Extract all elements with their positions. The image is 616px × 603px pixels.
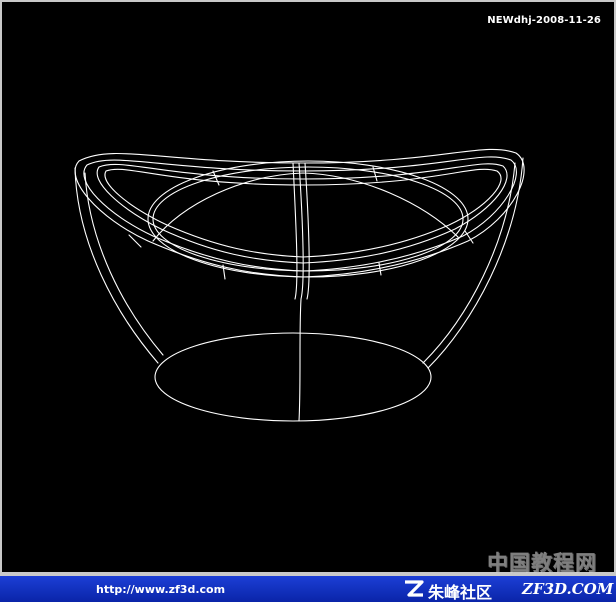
- center-seam-mid: [304, 162, 310, 300]
- zf-logo-icon: [405, 580, 424, 597]
- footer-url-link[interactable]: http://www.zf3d.com: [96, 583, 225, 596]
- center-seam-back: [292, 162, 298, 300]
- watermark-text: 中国教程网: [487, 550, 597, 575]
- wireframe-ingot-model: [74, 148, 525, 422]
- cad-viewport[interactable]: NEWdhj-2008-11-26 中国教程网: [2, 2, 614, 575]
- inner-mound: [152, 172, 459, 242]
- footer-community-name: 朱峰社区: [428, 583, 493, 602]
- drawing-stamp: NEWdhj-2008-11-26: [487, 15, 601, 26]
- base-ellipse: [154, 332, 432, 422]
- center-seam-front: [298, 162, 304, 422]
- body-right-side: [427, 157, 524, 369]
- footer-site-name[interactable]: ZF3D.COM: [522, 580, 613, 598]
- body-right-side-2: [422, 162, 516, 364]
- footer-banner: http://www.zf3d.com 朱峰社区 ZF3D.COM: [0, 576, 616, 602]
- viewport-frame: NEWdhj-2008-11-26 中国教程网: [0, 0, 616, 576]
